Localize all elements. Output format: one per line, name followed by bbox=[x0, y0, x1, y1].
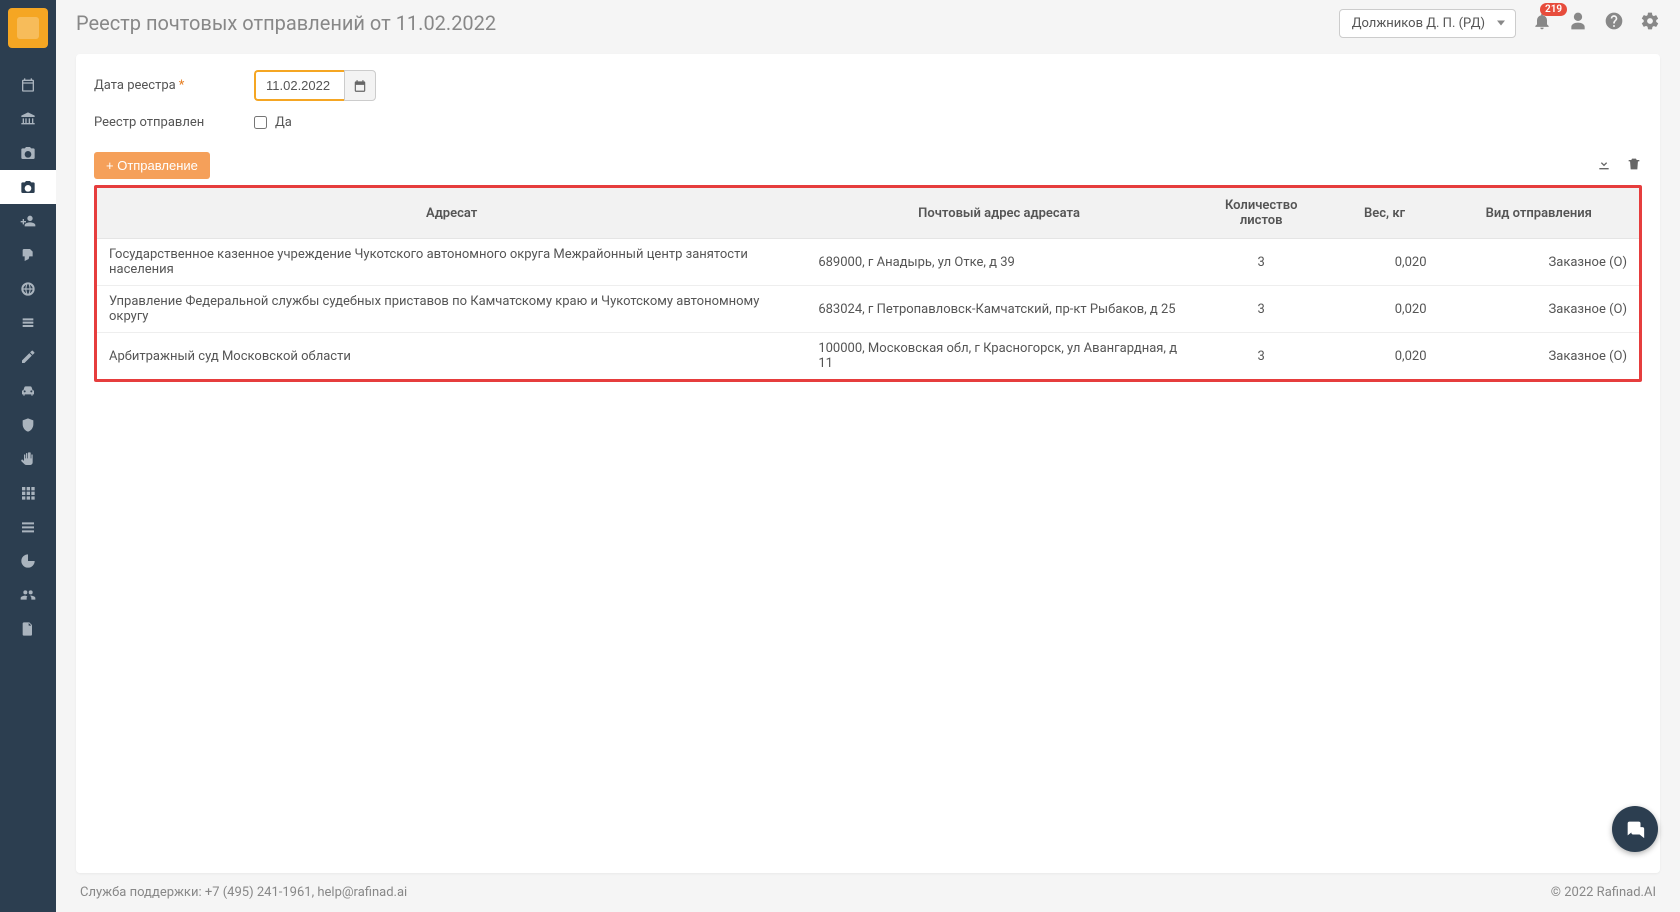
delete-button[interactable] bbox=[1626, 156, 1642, 176]
download-icon bbox=[1596, 156, 1612, 172]
topbar: Реестр почтовых отправлений от 11.02.202… bbox=[56, 0, 1680, 46]
col-addressee: Адресат bbox=[97, 188, 806, 239]
page-title: Реестр почтовых отправлений от 11.02.202… bbox=[76, 11, 496, 35]
footer: Служба поддержки: +7 (495) 241-1961, hel… bbox=[76, 873, 1660, 912]
registry-card: Дата реестра* Реестр отправлен Да + Отпр… bbox=[76, 54, 1660, 873]
cell-addressee: Управление Федеральной службы судебных п… bbox=[97, 286, 806, 333]
nav-thumb[interactable] bbox=[0, 238, 56, 272]
sent-checkbox[interactable] bbox=[254, 116, 267, 129]
date-picker-button[interactable] bbox=[344, 70, 376, 101]
cell-addressee: Арбитражный суд Московской области bbox=[97, 333, 806, 380]
app-logo[interactable] bbox=[8, 8, 48, 48]
copyright-text: © 2022 Rafinad.AI bbox=[1551, 885, 1656, 900]
nav-mail-registry[interactable] bbox=[0, 170, 56, 204]
cell-type: Заказное (О) bbox=[1439, 286, 1639, 333]
chat-fab[interactable] bbox=[1612, 806, 1658, 852]
nav-chart[interactable] bbox=[0, 544, 56, 578]
add-shipment-button[interactable]: + Отправление bbox=[94, 152, 210, 179]
table-row[interactable]: Управление Федеральной службы судебных п… bbox=[97, 286, 1639, 333]
nav-calendar[interactable] bbox=[0, 68, 56, 102]
nav-add-user[interactable] bbox=[0, 204, 56, 238]
date-label: Дата реестра* bbox=[94, 78, 254, 93]
cell-weight: 0,020 bbox=[1331, 286, 1439, 333]
cell-sheets: 3 bbox=[1192, 286, 1331, 333]
cell-postal: 100000, Московская обл, г Красногорск, у… bbox=[806, 333, 1192, 380]
nav-camera[interactable] bbox=[0, 136, 56, 170]
col-sheets: Количество листов bbox=[1192, 188, 1331, 239]
nav-doc[interactable] bbox=[0, 612, 56, 646]
cell-sheets: 3 bbox=[1192, 333, 1331, 380]
cell-postal: 689000, г Анадырь, ул Отке, д 39 bbox=[806, 239, 1192, 286]
cell-type: Заказное (О) bbox=[1439, 239, 1639, 286]
trash-icon bbox=[1626, 156, 1642, 172]
calendar-icon bbox=[353, 79, 367, 93]
sidebar bbox=[0, 0, 56, 912]
user-name: Должников Д. П. (РД) bbox=[1352, 16, 1485, 31]
nav-bank[interactable] bbox=[0, 102, 56, 136]
chat-icon bbox=[1624, 818, 1646, 840]
col-weight: Вес, кг bbox=[1331, 188, 1439, 239]
sent-label: Реестр отправлен bbox=[94, 115, 254, 130]
nav-shield[interactable] bbox=[0, 408, 56, 442]
nav-hand[interactable] bbox=[0, 442, 56, 476]
cell-type: Заказное (О) bbox=[1439, 333, 1639, 380]
col-type: Вид отправления bbox=[1439, 188, 1639, 239]
cell-sheets: 3 bbox=[1192, 239, 1331, 286]
date-input[interactable] bbox=[254, 70, 344, 101]
support-text: Служба поддержки: +7 (495) 241-1961, hel… bbox=[80, 885, 407, 900]
nav-list[interactable] bbox=[0, 306, 56, 340]
shipments-table: Адресат Почтовый адрес адресата Количест… bbox=[94, 185, 1642, 382]
table-row[interactable]: Арбитражный суд Московской области100000… bbox=[97, 333, 1639, 380]
notifications-button[interactable]: 219 bbox=[1532, 11, 1552, 35]
notifications-badge: 219 bbox=[1540, 3, 1567, 16]
col-postal: Почтовый адрес адресата bbox=[806, 188, 1192, 239]
help-icon[interactable] bbox=[1604, 11, 1624, 35]
cell-weight: 0,020 bbox=[1331, 333, 1439, 380]
download-button[interactable] bbox=[1596, 156, 1612, 176]
nav-globe[interactable] bbox=[0, 272, 56, 306]
nav-grid[interactable] bbox=[0, 476, 56, 510]
profile-icon[interactable] bbox=[1568, 11, 1588, 35]
nav-rows[interactable] bbox=[0, 510, 56, 544]
nav-edit[interactable] bbox=[0, 340, 56, 374]
cell-weight: 0,020 bbox=[1331, 239, 1439, 286]
table-row[interactable]: Государственное казенное учреждение Чуко… bbox=[97, 239, 1639, 286]
nav-users[interactable] bbox=[0, 578, 56, 612]
cell-addressee: Государственное казенное учреждение Чуко… bbox=[97, 239, 806, 286]
user-dropdown[interactable]: Должников Д. П. (РД) bbox=[1339, 9, 1516, 38]
sent-checkbox-label: Да bbox=[275, 115, 292, 130]
cell-postal: 683024, г Петропавловск-Камчатский, пр-к… bbox=[806, 286, 1192, 333]
nav-car[interactable] bbox=[0, 374, 56, 408]
settings-icon[interactable] bbox=[1640, 11, 1660, 35]
